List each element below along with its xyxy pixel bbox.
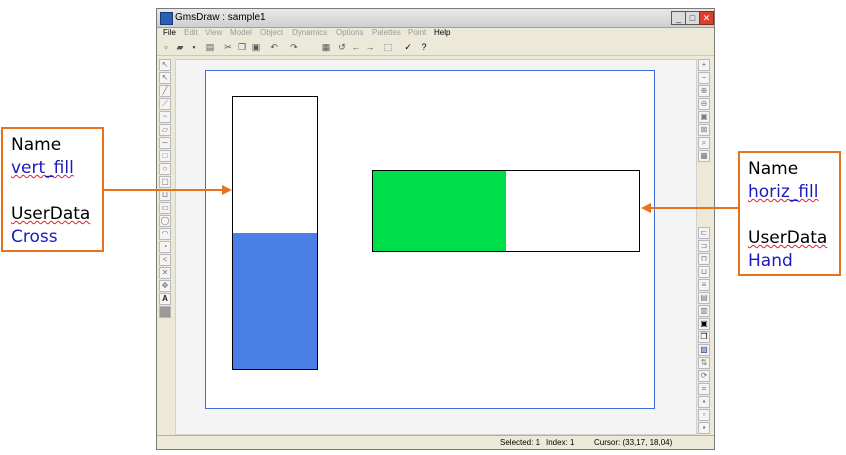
right-name-value: horiz_fill xyxy=(748,182,819,202)
left-userdata-value: Cross xyxy=(11,227,58,247)
left-arrow-head xyxy=(222,185,232,195)
annotation-arrows xyxy=(104,185,738,213)
right-userdata-label: UserData xyxy=(748,228,828,248)
right-name-label: Name xyxy=(748,159,799,179)
right-callout: Name horiz_fill UserData Hand xyxy=(738,151,841,276)
left-userdata-label: UserData xyxy=(11,204,91,224)
left-name-label: Name xyxy=(11,135,62,155)
left-name-value: vert_fill xyxy=(11,158,74,178)
right-userdata-value: Hand xyxy=(748,251,793,271)
right-arrow-head xyxy=(641,203,651,213)
left-callout: Name vert_fill UserData Cross xyxy=(1,127,104,252)
